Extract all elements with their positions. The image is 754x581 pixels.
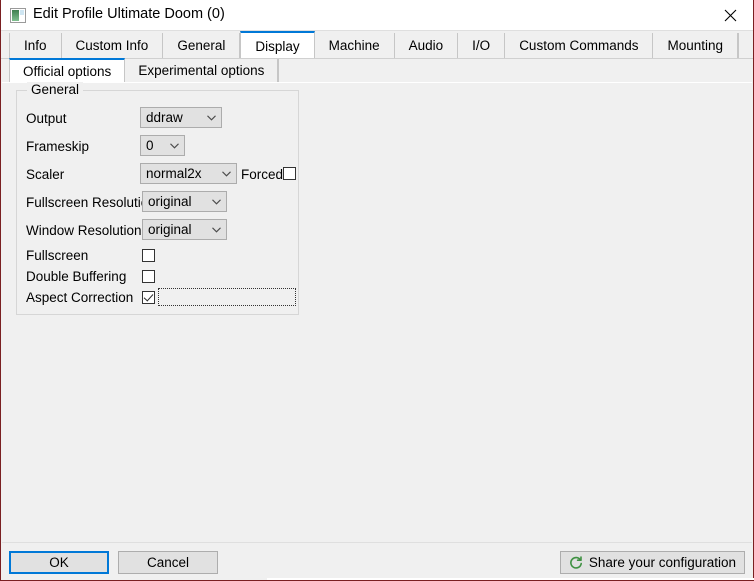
tab-label: I/O bbox=[472, 38, 491, 53]
tab-label: Info bbox=[24, 38, 47, 53]
close-icon[interactable] bbox=[707, 0, 753, 31]
general-group-legend: General bbox=[27, 82, 84, 97]
frameskip-combo-value: 0 bbox=[146, 138, 154, 153]
window-bottom-strip bbox=[1, 578, 754, 580]
window-resolution-combo-value: original bbox=[148, 222, 192, 237]
primary-tab-strip: Info Custom Info General Display Machine… bbox=[1, 31, 753, 59]
profile-window-icon bbox=[10, 8, 26, 23]
chevron-down-icon bbox=[219, 170, 236, 177]
fullscreen-label: Fullscreen bbox=[26, 248, 89, 263]
tab-info[interactable]: Info bbox=[9, 33, 62, 58]
scaler-label: Scaler bbox=[26, 167, 65, 182]
double-buffering-label: Double Buffering bbox=[26, 269, 127, 284]
share-configuration-label: Share your configuration bbox=[588, 555, 736, 570]
subtab-label: Experimental options bbox=[138, 63, 265, 78]
tab-label: Mounting bbox=[667, 38, 724, 53]
fullscreen-resolution-label: Fullscreen Resolution bbox=[26, 195, 156, 210]
tab-label: Custom Info bbox=[75, 38, 149, 53]
tab-strip-filler bbox=[738, 33, 745, 58]
tab-general[interactable]: General bbox=[163, 33, 241, 58]
cancel-button-label: Cancel bbox=[146, 555, 190, 570]
subtab-strip-filler bbox=[278, 59, 745, 82]
double-buffering-checkbox[interactable] bbox=[142, 270, 155, 283]
output-label: Output bbox=[26, 111, 67, 126]
aspect-correction-checkbox[interactable] bbox=[142, 291, 155, 304]
window-title: Edit Profile Ultimate Doom (0) bbox=[33, 6, 225, 22]
aspect-correction-label: Aspect Correction bbox=[26, 290, 134, 305]
tab-label: General bbox=[177, 38, 226, 53]
title-bar: Edit Profile Ultimate Doom (0) bbox=[1, 0, 753, 31]
fullscreen-resolution-combo-value: original bbox=[148, 194, 192, 209]
output-combo[interactable]: ddraw bbox=[140, 107, 222, 128]
ok-button-label: OK bbox=[49, 555, 69, 570]
scaler-combo[interactable]: normal2x bbox=[140, 163, 237, 184]
chevron-down-icon bbox=[167, 142, 184, 149]
chevron-down-icon bbox=[209, 198, 226, 205]
frameskip-label: Frameskip bbox=[26, 139, 90, 154]
ok-button[interactable]: OK bbox=[9, 551, 109, 574]
tab-label: Custom Commands bbox=[519, 38, 639, 53]
cancel-button[interactable]: Cancel bbox=[118, 551, 218, 574]
tab-label: Machine bbox=[328, 38, 380, 53]
tab-display[interactable]: Display bbox=[240, 31, 315, 58]
tab-custom-info[interactable]: Custom Info bbox=[61, 33, 164, 58]
tab-io[interactable]: I/O bbox=[458, 33, 506, 58]
tab-audio[interactable]: Audio bbox=[394, 33, 459, 58]
secondary-tab-strip: Official options Experimental options bbox=[1, 58, 753, 82]
aspect-correction-focus-rect bbox=[158, 288, 296, 306]
display-options-panel: General Output ddraw Frameskip 0 Scaler … bbox=[2, 82, 752, 542]
edit-profile-dialog: Edit Profile Ultimate Doom (0) Info Cust… bbox=[0, 0, 754, 581]
chevron-down-icon bbox=[204, 114, 221, 121]
subtab-label: Official options bbox=[23, 63, 112, 79]
window-resolution-combo[interactable]: original bbox=[142, 219, 227, 240]
tab-label: Display bbox=[255, 39, 300, 54]
subtab-official-options[interactable]: Official options bbox=[9, 58, 126, 82]
forced-label: Forced bbox=[241, 167, 284, 182]
forced-checkbox[interactable] bbox=[283, 167, 296, 180]
tab-custom-commands[interactable]: Custom Commands bbox=[505, 33, 654, 58]
fullscreen-resolution-combo[interactable]: original bbox=[142, 191, 227, 212]
scaler-combo-value: normal2x bbox=[146, 166, 202, 181]
tab-label: Audio bbox=[408, 38, 444, 53]
window-resolution-label: Window Resolution bbox=[26, 223, 142, 238]
chevron-down-icon bbox=[209, 226, 226, 233]
tab-mounting[interactable]: Mounting bbox=[653, 33, 739, 58]
tab-machine[interactable]: Machine bbox=[314, 33, 395, 58]
frameskip-combo[interactable]: 0 bbox=[140, 135, 185, 156]
fullscreen-checkbox[interactable] bbox=[142, 249, 155, 262]
share-configuration-button[interactable]: Share your configuration bbox=[559, 551, 745, 574]
refresh-circle-icon bbox=[570, 555, 582, 569]
output-combo-value: ddraw bbox=[146, 110, 183, 125]
subtab-experimental-options[interactable]: Experimental options bbox=[125, 59, 279, 82]
dialog-button-bar: OK Cancel Share your configuration bbox=[2, 542, 752, 579]
